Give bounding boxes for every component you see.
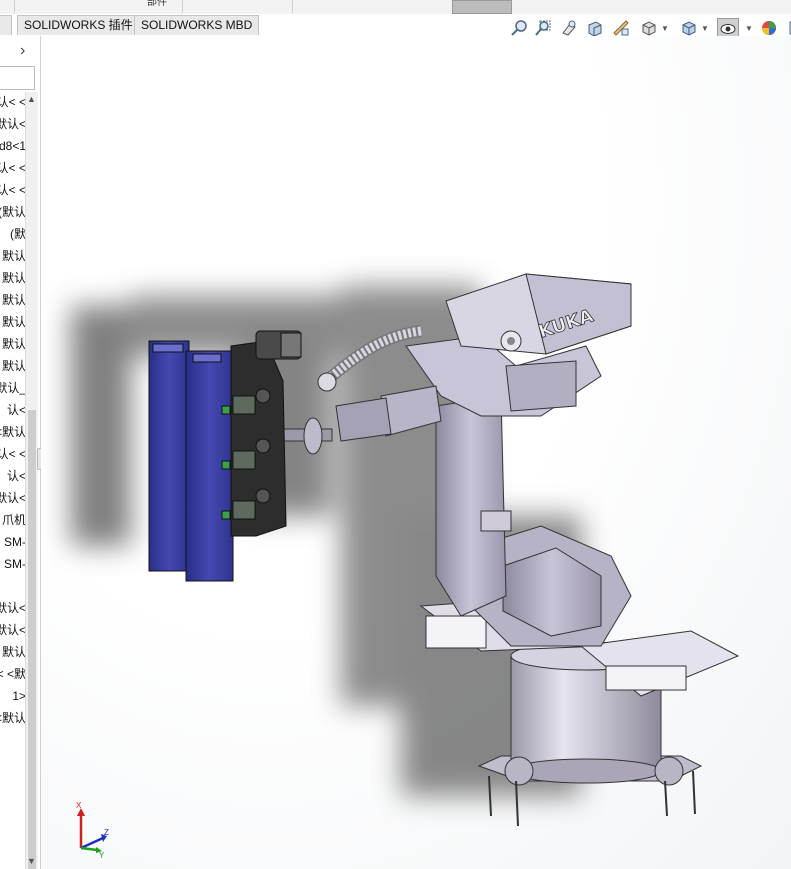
- tab-solidworks-addins[interactable]: SOLIDWORKS 插件: [17, 15, 140, 35]
- edit-appearance-icon[interactable]: [759, 18, 779, 38]
- tree-item[interactable]: 默认_: [0, 378, 26, 398]
- triad-x-label: X: [76, 801, 82, 810]
- section-view-icon[interactable]: [585, 18, 605, 38]
- tree-item[interactable]: <默认: [0, 708, 26, 728]
- tree-item[interactable]: 认<: [7, 466, 26, 486]
- tree-scrollbar[interactable]: ▲ ▼: [25, 92, 38, 869]
- command-active-button[interactable]: [452, 0, 512, 14]
- display-style-icon[interactable]: [679, 18, 699, 38]
- tree-item[interactable]: 默认: [2, 312, 26, 332]
- tab-solidworks-mbd[interactable]: SOLIDWORKS MBD: [134, 15, 260, 35]
- tree-item[interactable]: 认< <: [0, 92, 26, 112]
- tree-item[interactable]: 默认: [2, 356, 26, 376]
- feature-manager-tree: › 认< < 默认< d8<1 认< < 认< < (默认 (默 默认 默认 默…: [0, 36, 41, 869]
- tree-item[interactable]: 认<: [7, 400, 26, 420]
- tree-item[interactable]: 认< <: [0, 444, 26, 464]
- command-tab-partial[interactable]: [0, 0, 15, 13]
- view-orientation-dropdown-icon[interactable]: ▼: [661, 24, 669, 33]
- graphics-area[interactable]: KUKA X Y Z: [41, 36, 791, 869]
- tree-item[interactable]: (默认: [0, 202, 26, 222]
- command-tab-bar: SOLIDWORKS 插件 SOLIDWORKS MBD: [0, 14, 791, 36]
- coordinate-triad: X Y Z: [76, 801, 109, 860]
- command-manager-strip: 部件: [0, 0, 791, 15]
- tree-item[interactable]: 默认: [2, 334, 26, 354]
- tree-item[interactable]: <默认: [0, 422, 26, 442]
- scrollbar-thumb[interactable]: [28, 410, 36, 869]
- tree-item[interactable]: < <默: [0, 664, 26, 684]
- zoom-to-fit-icon[interactable]: [509, 18, 529, 38]
- command-tab-parts[interactable]: 部件: [132, 0, 183, 13]
- display-style-dropdown-icon[interactable]: ▼: [701, 24, 709, 33]
- tree-item[interactable]: 默认: [2, 290, 26, 310]
- tree-item[interactable]: 认< <: [0, 158, 26, 178]
- tree-item[interactable]: 爪机: [2, 510, 26, 530]
- tree-item[interactable]: 默认<: [0, 114, 26, 134]
- hide-show-dropdown-icon[interactable]: ▼: [745, 24, 753, 33]
- previous-view-icon[interactable]: [559, 18, 579, 38]
- gripper-assembly: [148, 330, 302, 582]
- scroll-down-icon[interactable]: ▼: [27, 856, 36, 866]
- tree-item[interactable]: 1>: [12, 686, 26, 706]
- tree-item[interactable]: 默认: [2, 268, 26, 288]
- tree-item[interactable]: 默认<: [0, 620, 26, 640]
- tree-item[interactable]: 默认: [2, 246, 26, 266]
- tree-item[interactable]: 默认: [2, 642, 26, 662]
- tab-partial[interactable]: [0, 15, 12, 35]
- tree-item[interactable]: 默认<: [0, 598, 26, 618]
- tree-item[interactable]: d8<1: [0, 136, 26, 156]
- tree-item[interactable]: SM-: [4, 532, 26, 552]
- robot-model: KUKA X Y Z: [71, 273, 740, 860]
- zoom-area-icon[interactable]: [533, 18, 553, 38]
- tree-item[interactable]: 默认<: [0, 488, 26, 508]
- tree-item[interactable]: 认< <: [0, 180, 26, 200]
- dynamic-annotation-icon[interactable]: [611, 18, 631, 38]
- triad-z-label: Z: [104, 828, 109, 837]
- view-orientation-icon[interactable]: [639, 18, 659, 38]
- scene-icon[interactable]: [785, 18, 791, 38]
- command-tab-partial[interactable]: [182, 0, 293, 13]
- chevron-right-icon[interactable]: ›: [20, 42, 25, 60]
- triad-y-label: Y: [99, 851, 105, 860]
- scroll-up-icon[interactable]: ▲: [27, 94, 36, 104]
- tree-filter-input[interactable]: [0, 66, 35, 90]
- tree-item[interactable]: (默: [10, 224, 26, 244]
- tree-item[interactable]: SM-: [4, 554, 26, 574]
